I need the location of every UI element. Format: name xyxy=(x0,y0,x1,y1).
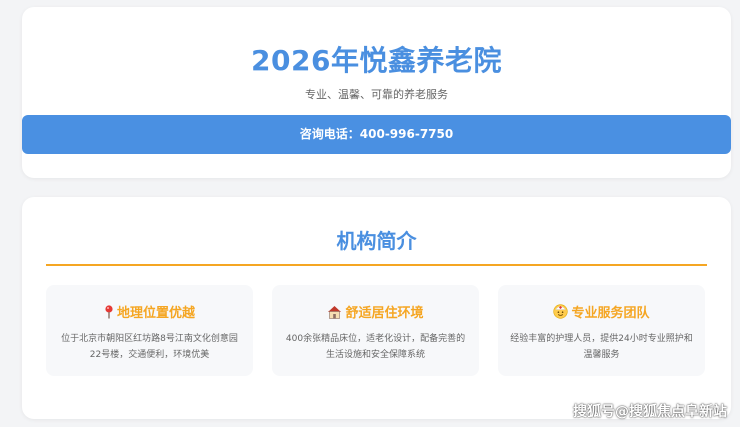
feature-title: 舒适居住环境 xyxy=(345,306,424,321)
house-icon xyxy=(327,305,342,323)
feature-description: 400余张精品床位，适老化设计，配备完善的生活设施和安全保障系统 xyxy=(285,334,466,360)
section-divider xyxy=(46,264,707,266)
page-subtitle: 专业、温馨、可靠的养老服务 xyxy=(305,88,448,101)
feature-description: 位于北京市朝阳区红坊路8号江南文化创意园22号楼，交通便利，环境优美 xyxy=(61,334,238,360)
intro-card: 机构简介 地理位置优越 位于北京市朝阳区红坊路8号江南文化创意园22号楼，交通便… xyxy=(22,197,731,419)
hero-card: 2026年悦鑫养老院 专业、温馨、可靠的养老服务 咨询电话：400-996-77… xyxy=(22,7,731,178)
feature-card-location: 地理位置优越 位于北京市朝阳区红坊路8号江南文化创意园22号楼，交通便利，环境优… xyxy=(46,285,253,376)
pin-icon xyxy=(104,305,114,323)
watermark: 搜狐号@搜狐焦点阜新站 xyxy=(573,404,727,420)
feature-title: 专业服务团队 xyxy=(571,306,650,321)
feature-card-team: 专业服务团队 经验丰富的护理人员，提供24小时专业照护和温馨服务 xyxy=(498,285,705,376)
feature-card-environment: 舒适居住环境 400余张精品床位，适老化设计，配备完善的生活设施和安全保障系统 xyxy=(272,285,479,376)
feature-title: 地理位置优越 xyxy=(116,306,195,321)
phone-contact-bar[interactable]: 咨询电话：400-996-7750 xyxy=(22,115,731,154)
section-title: 机构简介 xyxy=(336,229,417,253)
team-icon xyxy=(553,304,569,323)
page-title: 2026年悦鑫养老院 xyxy=(251,44,502,77)
feature-description: 经验丰富的护理人员，提供24小时专业照护和温馨服务 xyxy=(510,334,693,360)
